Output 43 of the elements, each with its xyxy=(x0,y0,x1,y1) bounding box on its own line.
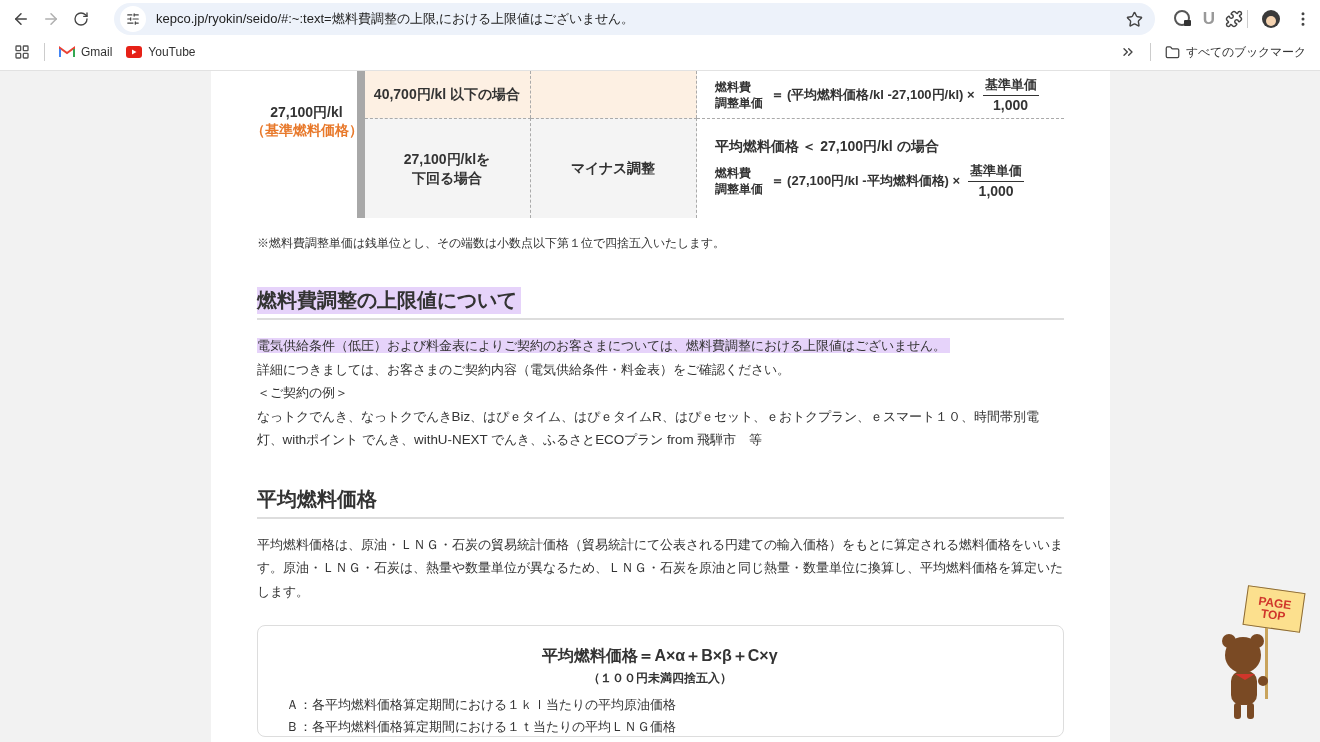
bookmark-link[interactable]: YouTube xyxy=(126,45,196,59)
section-heading: 平均燃料価格 xyxy=(256,486,377,512)
folder-icon xyxy=(1165,44,1180,60)
formula-expression: ＝ (27,100円/kl -平均燃料価格) × xyxy=(770,171,961,190)
page-top-sign: PAGE TOP xyxy=(1242,585,1306,633)
site-settings-button[interactable] xyxy=(120,6,146,32)
footnote-text: ※燃料費調整単価は銭単位とし、その端数は小数点以下第１位で四捨五入いたします。 xyxy=(256,236,726,251)
all-bookmarks-link[interactable]: すべてのブックマーク xyxy=(1165,43,1306,61)
address-bar[interactable]: kepco.jp/ryokin/seido/#:~:text=燃料費調整の上限,における上限値はございません。 xyxy=(114,3,1155,35)
sliders-icon xyxy=(126,12,140,26)
formula-label: 燃料費 調整単価 xyxy=(714,164,763,197)
forward-arrow-icon xyxy=(42,10,60,28)
reload-icon xyxy=(73,11,89,27)
fraction-denominator: 1,000 xyxy=(978,182,1014,199)
formula-expression: ＝ (平均燃料価格/kl -27,100円/kl) × xyxy=(770,85,975,104)
formula-condition: 平均燃料価格 ＜ 27,100円/kl の場合 xyxy=(714,138,939,156)
fraction-denominator: 1,000 xyxy=(993,96,1029,113)
fraction-numerator: 基準単価 xyxy=(982,76,1039,96)
definition-text: Ｂ：各平均燃料価格算定期間における１ｔ当たりの平均ＬＮＧ価格 xyxy=(285,718,677,736)
formula-subtitle: （１００円未満四捨五入） xyxy=(588,670,732,687)
fraction-numerator: 基準単価 xyxy=(968,162,1025,182)
section-heading: 燃料費調整の上限値について xyxy=(256,287,521,314)
url-text: kepco.jp/ryokin/seido/#:~:text=燃料費調整の上限,における上限値はございません。 xyxy=(156,10,636,28)
formula-label: 燃料費 調整単価 xyxy=(714,78,763,111)
bookmark-star-icon[interactable] xyxy=(1125,10,1143,28)
formula-title: 平均燃料価格＝A×α＋B×β＋C×γ xyxy=(542,646,778,666)
adjustment-text: マイナス調整 xyxy=(571,159,655,178)
condition-cell: 27,100円/klを 下回る場合 xyxy=(364,118,531,218)
base-price: 27,100円/kl xyxy=(270,103,343,122)
paragraph-text: ＜ご契約の例＞ xyxy=(256,385,348,400)
profile-avatar-icon[interactable] xyxy=(1260,8,1282,30)
paragraph-text: なっトクでんき、なっトクでんきBiz、はぴｅタイム、はぴｅタイムR、はぴｅセット、ｅおトクプラン、ｅスマート１０、時間帯別電灯、withポイント でんき、withU-NEXT でんき、ふるさとECOプラン from 飛騨市 等 xyxy=(256,408,1039,447)
base-price-note: （基準燃料価格） xyxy=(250,121,363,140)
play-logo-icon xyxy=(126,46,143,58)
paragraph-text: 詳細につきましては、お客さまのご契約内容（電気供給条件・料金表）をご確認ください。 xyxy=(256,361,790,377)
extensions-icon[interactable] xyxy=(1225,10,1243,28)
condition-cell: 40,700円/kl 以下の場合 xyxy=(364,71,531,118)
bookmark-link[interactable]: Gmail xyxy=(59,45,113,59)
mail-logo-icon xyxy=(59,46,75,58)
paragraph-text: 平均燃料価格は、原油・ＬＮＧ・石炭の貿易統計価格（貿易統計にて公表される円建ての輸入価格）をもとに算定される燃料価格をいいます。原油・ＬＮＧ・石炭は、熱量や数量単位が異なるため、ＬＮＧ・石炭を原油と同じ熱量・数量単位に換算し、平均燃料価格を算定いたします。 xyxy=(256,536,1063,599)
apps-grid-icon[interactable] xyxy=(14,44,30,60)
paragraph-text: 電気供給条件（低圧）および料金表によりご契約のお客さまについては、燃料費調整における上限値はございません。 xyxy=(256,338,950,353)
definition-text: Ａ：各平均燃料価格算定期間における１ｋｌ当たりの平均原油価格 xyxy=(285,696,677,714)
